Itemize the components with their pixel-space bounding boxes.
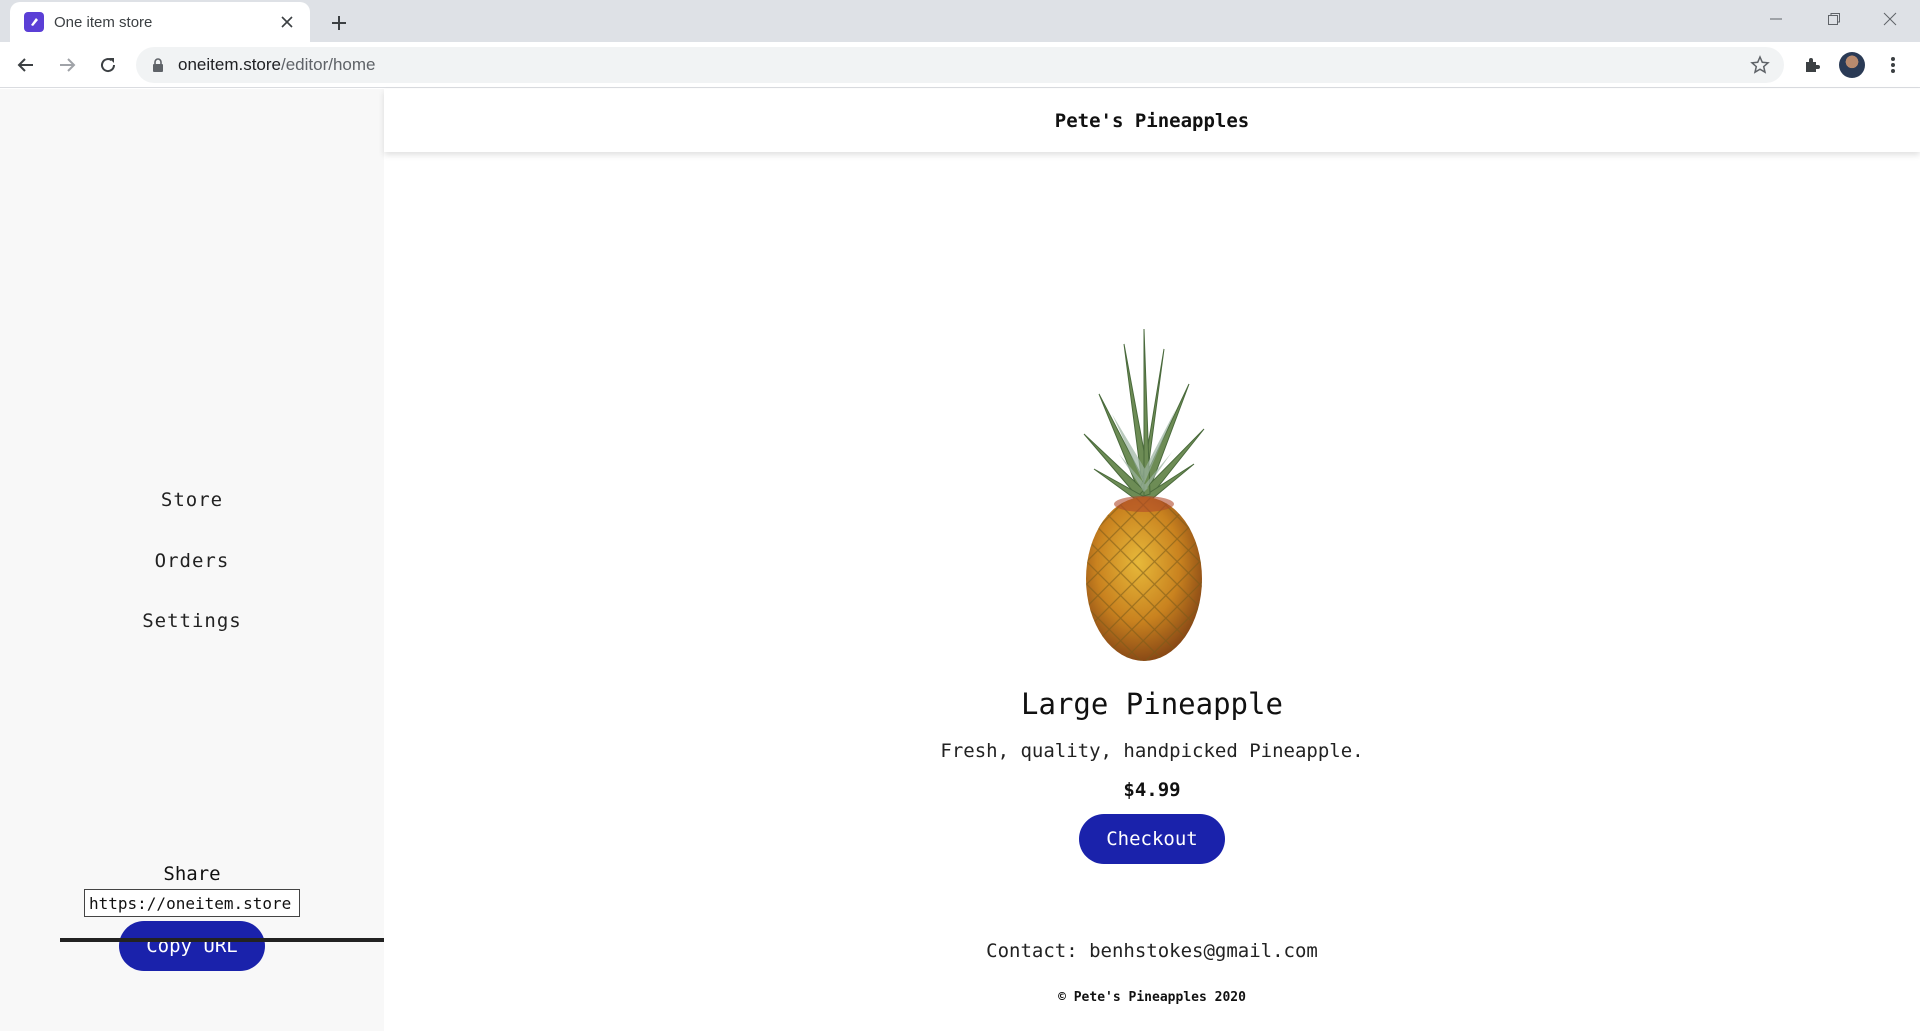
avatar [1839, 52, 1865, 78]
favicon-icon [24, 12, 44, 32]
contact-email: Contact: benhstokes@gmail.com [986, 940, 1318, 962]
product-description: Fresh, quality, handpicked Pineapple. [940, 740, 1364, 762]
restore-icon[interactable] [1810, 4, 1858, 34]
pineapple-image [1064, 324, 1224, 664]
store-name: Pete's Pineapples [1054, 109, 1250, 132]
browser-toolbar: oneitem.store/editor/home [0, 42, 1920, 88]
bookmark-star-icon[interactable] [1750, 55, 1770, 75]
lock-icon[interactable] [150, 57, 166, 73]
product-title: Large Pineapple [1021, 687, 1283, 721]
tab-title: One item store [54, 13, 153, 31]
sidebar-item-settings[interactable]: Settings [0, 610, 384, 632]
sidebar: Store Orders Settings Share Copy URL [0, 89, 384, 1031]
share-label: Share [163, 863, 221, 885]
sidebar-item-orders[interactable]: Orders [0, 550, 384, 572]
new-tab-icon[interactable] [325, 9, 353, 37]
extensions-puzzle-icon[interactable] [1799, 52, 1825, 78]
url-host: oneitem.store [178, 55, 281, 74]
share-url-field[interactable] [84, 889, 300, 917]
store-header: Pete's Pineapples [384, 89, 1920, 152]
address-bar[interactable]: oneitem.store/editor/home [136, 47, 1784, 83]
close-tab-icon[interactable] [276, 11, 298, 33]
browser-tab[interactable]: One item store [10, 2, 310, 42]
minimize-icon[interactable] [1752, 4, 1800, 34]
url-path: /editor/home [281, 55, 376, 74]
checkout-button[interactable]: Checkout [1079, 814, 1225, 864]
browser-tab-strip: One item store [0, 0, 1920, 42]
sidebar-item-store[interactable]: Store [0, 489, 384, 511]
product-price: $4.99 [1123, 779, 1181, 801]
back-arrow-icon[interactable] [10, 49, 42, 81]
reload-icon[interactable] [92, 49, 124, 81]
store-preview: Pete's Pineapples Large Pineapple Fresh,… [384, 89, 1920, 1031]
copy-url-button[interactable]: Copy URL [119, 921, 265, 971]
menu-dots-icon[interactable] [1880, 52, 1906, 78]
forward-arrow-icon[interactable] [51, 49, 83, 81]
close-window-icon[interactable] [1866, 4, 1914, 34]
footer-copyright: © Pete's Pineapples 2020 [1058, 990, 1246, 1005]
profile-avatar[interactable] [1839, 52, 1865, 78]
